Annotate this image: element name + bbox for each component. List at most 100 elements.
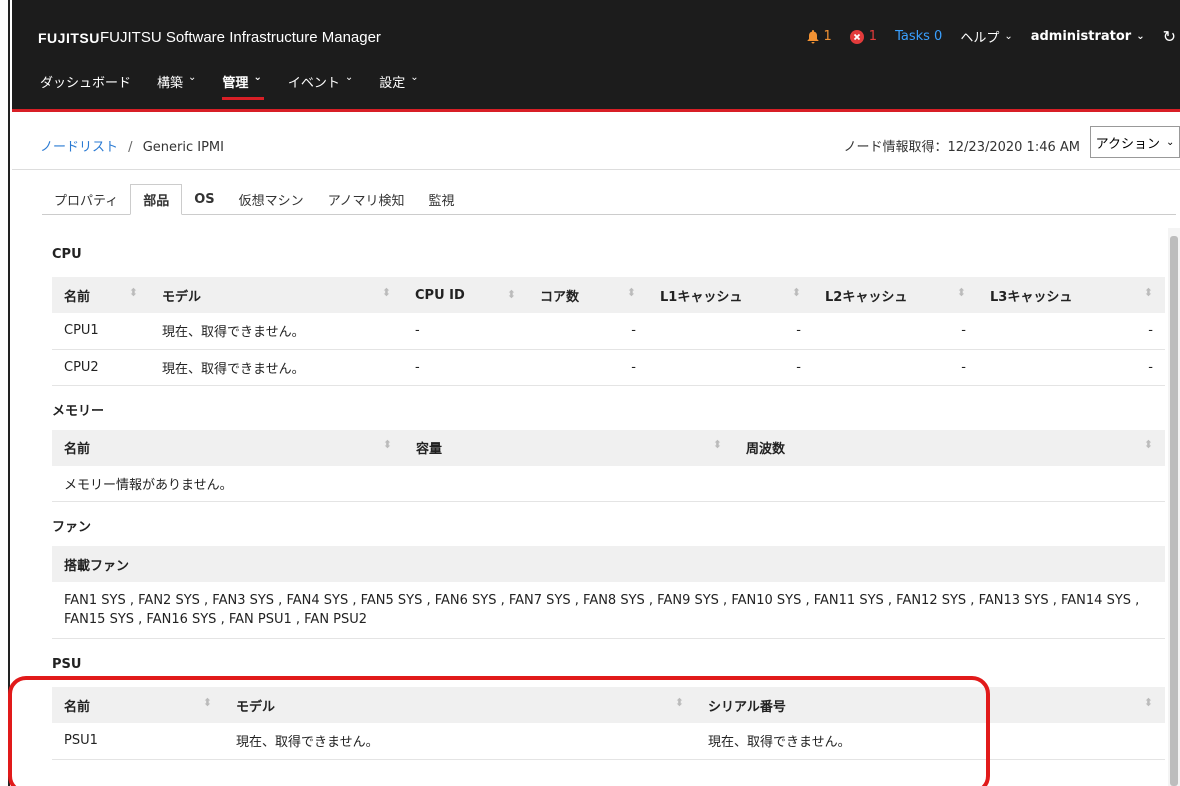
- user-menu[interactable]: administrator ⌄: [1031, 29, 1145, 44]
- tab-os[interactable]: OS: [182, 184, 226, 215]
- error-alerts[interactable]: 1: [849, 29, 878, 44]
- column-header-label: モデル: [236, 699, 276, 715]
- table-cell: 現在、取得できません。: [150, 313, 403, 350]
- table-header-row: 名前 ⬍ モデル ⬍ シリアル番号 ⬍: [52, 687, 1165, 723]
- top-header: FUJITSU FUJITSU Software Infrastructure …: [12, 0, 1180, 112]
- breadcrumb-node-list[interactable]: ノードリスト: [40, 140, 118, 155]
- fan-table: 搭載ファン FAN1 SYS , FAN2 SYS , FAN3 SYS , F…: [52, 546, 1165, 639]
- nav-settings-label: 設定: [379, 76, 406, 91]
- table-row: メモリー情報がありません。: [52, 465, 1165, 502]
- table-cell: 現在、取得できません。: [224, 723, 696, 760]
- table-row: CPU1 現在、取得できません。 - - - - -: [52, 313, 1165, 350]
- sort-icon: ⬍: [381, 285, 391, 299]
- sort-icon: ⬍: [202, 695, 212, 709]
- column-header[interactable]: 容量 ⬍: [404, 429, 734, 466]
- column-header[interactable]: 名前 ⬍: [52, 429, 404, 466]
- column-header[interactable]: 名前 ⬍: [52, 277, 150, 313]
- table-row: PSU1 現在、取得できません。 現在、取得できません。: [52, 723, 1165, 760]
- window-left-border: [0, 0, 10, 786]
- column-header-label: 名前: [64, 699, 91, 715]
- user-label: administrator: [1030, 29, 1132, 44]
- refresh-icon[interactable]: ↻: [1163, 27, 1176, 46]
- nav-events[interactable]: イベント ⌄: [262, 72, 353, 109]
- column-header-label: 周波数: [746, 442, 786, 457]
- table-cell: -: [813, 349, 978, 386]
- sort-icon: ⬍: [1143, 695, 1153, 709]
- table-cell: -: [648, 349, 813, 386]
- chevron-down-icon: ⌄: [1165, 136, 1175, 148]
- table-cell: PSU1: [52, 723, 224, 760]
- nav-dashboard[interactable]: ダッシュボード: [12, 72, 131, 109]
- breadcrumb: ノードリスト / Generic IPMI: [40, 136, 224, 155]
- brand-row: FUJITSU FUJITSU Software Infrastructure …: [12, 0, 1180, 72]
- table-cell: -: [403, 313, 528, 350]
- sort-icon: ⬍: [791, 285, 801, 299]
- memory-section-title: メモリー: [52, 403, 105, 419]
- tab-virtual-machines[interactable]: 仮想マシン: [227, 184, 316, 215]
- tab-properties[interactable]: プロパティ: [42, 184, 130, 215]
- psu-table: 名前 ⬍ モデル ⬍ シリアル番号 ⬍ PSU1 現在、取得できません。 現在、取得で…: [52, 687, 1165, 760]
- column-header[interactable]: モデル ⬍: [224, 687, 696, 723]
- table-row: FAN1 SYS , FAN2 SYS , FAN3 SYS , FAN4 SY…: [52, 582, 1165, 639]
- chevron-down-icon: ⌄: [188, 72, 197, 83]
- detail-tabs: プロパティ 部品 OS 仮想マシン アノマリ検知 監視: [42, 184, 1176, 215]
- tab-monitoring[interactable]: 監視: [417, 184, 467, 215]
- sort-icon: ⬍: [1143, 438, 1153, 451]
- sort-icon: ⬍: [128, 285, 138, 299]
- column-header[interactable]: 周波数 ⬍: [734, 429, 1165, 466]
- column-header[interactable]: シリアル番号 ⬍: [696, 687, 1165, 723]
- column-header[interactable]: L2キャッシュ ⬍: [813, 277, 978, 313]
- error-count: 1: [868, 29, 878, 44]
- sort-icon: ⬍: [674, 695, 684, 709]
- column-header-label: CPU ID: [415, 287, 465, 303]
- table-header-row: 搭載ファン: [52, 546, 1165, 582]
- column-header-label: コア数: [540, 289, 580, 305]
- column-header-label: シリアル番号: [708, 699, 786, 715]
- table-header-row: 名前 ⬍ 容量 ⬍ 周波数 ⬍: [52, 429, 1165, 466]
- column-header[interactable]: L1キャッシュ ⬍: [648, 277, 813, 313]
- column-header-label: L1キャッシュ: [660, 289, 743, 305]
- cpu-section-title: CPU: [52, 247, 82, 262]
- nav-settings[interactable]: 設定 ⌄: [353, 72, 418, 109]
- help-label: ヘルプ: [960, 31, 1000, 46]
- chevron-down-icon: ⌄: [253, 72, 262, 83]
- sort-icon: ⬍: [382, 438, 392, 451]
- empty-message: メモリー情報がありません。: [52, 465, 1165, 502]
- nav-management[interactable]: 管理 ⌄: [196, 72, 265, 109]
- table-header-row: 名前 ⬍ モデル ⬍ CPU ID ⬍ コア数 ⬍ L1キャッシュ ⬍ L2キャッシュ ⬍ …: [52, 277, 1165, 313]
- column-header[interactable]: コア数 ⬍: [528, 277, 648, 313]
- warning-count: 1: [823, 29, 832, 44]
- help-menu[interactable]: ヘルプ ⌄: [960, 27, 1012, 46]
- table-cell: -: [528, 313, 648, 350]
- bell-icon: [807, 29, 819, 44]
- fan-list: FAN1 SYS , FAN2 SYS , FAN3 SYS , FAN4 SY…: [52, 582, 1165, 639]
- table-cell: CPU1: [52, 313, 150, 350]
- nav-dashboard-label: ダッシュボード: [40, 76, 132, 91]
- column-header[interactable]: L3キャッシュ ⬍: [978, 277, 1165, 313]
- scrollbar-thumb[interactable]: [1170, 236, 1178, 786]
- chevron-down-icon: ⌄: [1004, 31, 1013, 42]
- table-cell: -: [528, 349, 648, 386]
- warning-alerts[interactable]: 1: [807, 29, 832, 44]
- table-cell: -: [978, 349, 1165, 386]
- column-header[interactable]: モデル ⬍: [150, 277, 403, 313]
- column-header-label: L3キャッシュ: [990, 289, 1073, 305]
- tab-components[interactable]: 部品: [130, 184, 183, 215]
- breadcrumb-current: Generic IPMI: [142, 140, 224, 155]
- tasks-link[interactable]: Tasks 0: [895, 29, 942, 44]
- nav-build[interactable]: 構築 ⌄: [131, 72, 196, 109]
- breadcrumb-bar: ノードリスト / Generic IPMI ノード情報取得：12/23/2020…: [12, 115, 1180, 170]
- table-cell: 現在、取得できません。: [150, 349, 403, 386]
- chevron-down-icon: ⌄: [1136, 31, 1145, 42]
- table-cell: -: [648, 313, 813, 350]
- components-content: CPU 名前 ⬍ モデル ⬍ CPU ID ⬍ コア数 ⬍ L1キャッシュ ⬍ L2キャッ…: [42, 215, 1165, 760]
- table-cell: CPU2: [52, 349, 150, 386]
- nav-build-label: 構築: [157, 76, 184, 91]
- column-header-label: 名前: [64, 289, 91, 305]
- column-header[interactable]: CPU ID ⬍: [403, 277, 528, 313]
- action-button[interactable]: アクション ⌄: [1090, 126, 1180, 158]
- sort-icon: ⬍: [1143, 285, 1153, 299]
- column-header[interactable]: 名前 ⬍: [52, 687, 224, 723]
- tab-anomaly-detection[interactable]: アノマリ検知: [316, 184, 417, 215]
- column-header-label: 名前: [64, 442, 91, 457]
